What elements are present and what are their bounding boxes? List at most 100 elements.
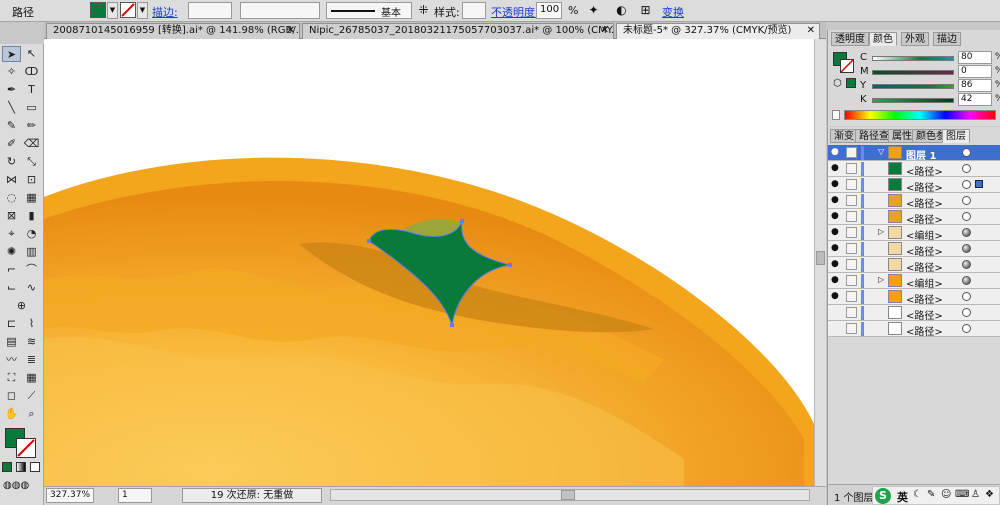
ime-logo-icon[interactable]: S [875,488,891,504]
fill-swatch[interactable] [90,2,106,18]
scale-tool-icon[interactable]: ⤡ [22,154,41,170]
lock-toggle[interactable] [846,195,857,206]
layer-row[interactable]: ● <路径> [828,257,1000,274]
pen-tool-icon[interactable]: ✒ [2,82,21,98]
warp-tool-icon[interactable]: ≋ [22,334,41,350]
target-icon[interactable] [962,180,971,189]
column-graph-tool-icon[interactable]: ▥ [22,244,41,260]
layer-item-name[interactable]: <路径> [906,179,943,194]
layer-item-name[interactable]: <路径> [906,243,943,258]
lock-toggle[interactable] [846,163,857,174]
visibility-eye-icon[interactable]: ● [831,292,843,301]
visibility-eye-icon[interactable]: ● [831,228,843,237]
zoom-dropdown[interactable]: 327.37% [46,488,94,503]
slider-magenta[interactable]: M 0 % [860,65,1000,80]
document-setup-icon[interactable]: ◐ [614,3,629,18]
close-icon[interactable]: ✕ [287,24,295,38]
ime-moon-icon[interactable]: ☾ [913,489,922,500]
ime-language[interactable]: 英 [897,489,908,505]
target-icon[interactable] [962,212,971,221]
ime-keyboard-icon[interactable]: ⌨ [955,489,969,500]
expand-arrow-icon[interactable]: ▷ [878,275,884,284]
gradient-mode-icon[interactable] [16,462,26,472]
hand-tool-icon[interactable]: ✋ [2,406,21,422]
artboard-tool-icon[interactable]: ⊏ [2,316,21,332]
tab-layers[interactable]: 图层 [942,129,970,143]
lock-toggle[interactable] [846,259,857,270]
perspective-grid-tool-icon[interactable]: ▦ [22,190,41,206]
target-icon[interactable] [962,324,971,333]
panel-stroke-swatch[interactable] [840,59,854,73]
layer-name[interactable]: 图层 1 [906,147,936,162]
stroke-color-box[interactable] [16,438,36,458]
scroll-thumb[interactable] [561,490,575,500]
tab-document-3[interactable]: 未标题-5* @ 327.37% (CMYK/预览) ✕ [616,23,820,39]
selection-indicator[interactable] [975,180,983,188]
channel-value[interactable]: 42 [958,93,992,106]
layer-item-name[interactable]: <路径> [906,163,943,178]
channel-value[interactable]: 86 [958,79,992,92]
lock-toggle[interactable] [846,275,857,286]
target-icon[interactable] [962,308,971,317]
zoom-tool-icon[interactable]: ⌕ [22,406,41,422]
target-icon[interactable] [962,164,971,173]
ime-user-icon[interactable]: ♙ [971,489,980,500]
ime-punct-icon[interactable]: ✎ [927,489,935,500]
visibility-eye-icon[interactable]: ● [831,164,843,173]
layer-row[interactable]: ● <路径> [828,177,1000,194]
graph-tool-icon[interactable]: ▤ [2,334,21,350]
opacity-input[interactable]: 100 [536,2,562,19]
layer-item-name[interactable]: <路径> [906,211,943,226]
color-spectrum[interactable] [844,110,996,120]
opacity-link[interactable]: 不透明度: [491,4,539,20]
artboard-navigator[interactable]: 1 [118,488,152,503]
visibility-eye-icon[interactable]: ● [831,180,843,189]
close-icon[interactable]: ✕ [601,24,609,38]
layer-row[interactable]: ● <路径> [828,241,1000,258]
shape-builder-tool-icon[interactable]: ◌ [2,190,21,206]
artboard2-tool-icon[interactable]: ◻ [2,388,21,404]
paint-bucket-tool-icon[interactable]: ⛶ [2,370,21,386]
layer-row[interactable]: <路径> [828,321,1000,338]
blend-tool-icon[interactable]: ◔ [22,226,41,242]
stroke-swatch[interactable] [120,2,136,18]
artboard-canvas[interactable] [44,39,814,486]
layer-item-name[interactable]: <路径> [906,323,943,338]
expand-arrow-icon[interactable]: ▷ [878,227,884,236]
channel-track[interactable] [872,56,954,61]
lock-toggle[interactable] [846,227,857,238]
visibility-eye-icon[interactable]: ● [831,212,843,221]
scroll-thumb[interactable] [816,251,825,265]
target-icon[interactable] [962,260,971,269]
anchor-join-icon[interactable]: ∿ [22,280,41,296]
channel-track[interactable] [872,98,954,103]
anchor-corner-icon[interactable]: ⌙ [2,280,21,296]
target-icon[interactable] [962,244,971,253]
target-icon[interactable] [962,276,971,285]
target-icon[interactable] [962,228,971,237]
layer-row-layer-1[interactable]: ● ▽ 图层 1 [828,145,1000,162]
expand-arrow-icon[interactable]: ▽ [878,147,884,156]
slider-black[interactable]: K 42 % [860,93,1000,108]
pencil-tool-icon[interactable]: ✏ [22,118,41,134]
visibility-eye-icon[interactable]: ● [831,244,843,253]
transform-link[interactable]: 变换 [662,4,684,20]
channel-track[interactable] [872,84,954,89]
tab-document-1[interactable]: 2008710145016959 [转换].ai* @ 141.98% (RGB… [46,23,300,39]
stroke-link[interactable]: 描边: [152,4,178,20]
lock-toggle[interactable] [846,179,857,190]
layer-item-name[interactable]: <路径> [906,195,943,210]
layer-item-name[interactable]: <路径> [906,259,943,274]
channel-value[interactable]: 80 [958,51,992,64]
fill-dropdown[interactable]: ▼ [107,2,118,19]
visibility-eye-icon[interactable]: ● [831,148,843,157]
layer-item-name[interactable]: <编组> [906,275,943,290]
brush-definition[interactable]: 基本 [326,2,412,19]
draw-mode-icons[interactable]: ◍◍◍ [3,480,41,492]
close-icon[interactable]: ✕ [807,24,815,38]
anchor-point[interactable] [460,219,464,223]
lock-toggle[interactable] [846,291,857,302]
gradient-tool-icon[interactable]: ▮ [22,208,41,224]
align-icon[interactable]: ⊞ [638,3,653,18]
recolor-artwork-icon[interactable]: ✦ [586,3,601,18]
